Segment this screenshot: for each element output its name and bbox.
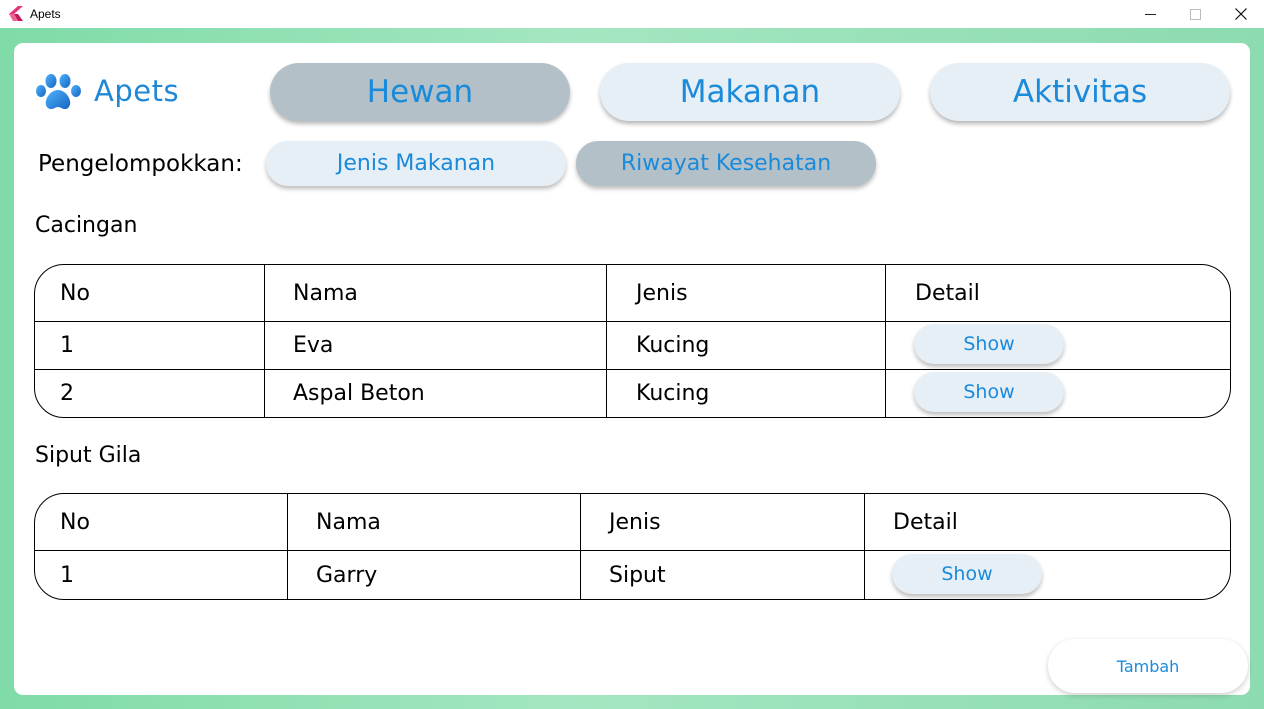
table-row: 1 Garry Siput Show — [35, 551, 1230, 599]
header-nama: Nama — [293, 280, 358, 306]
cell-nama: Aspal Beton — [293, 381, 425, 406]
table-cacingan: No Nama Jenis Detail 1 Eva Kucing Show 2… — [34, 264, 1231, 418]
cell-nama: Eva — [293, 333, 334, 358]
minimize-icon — [1144, 13, 1156, 15]
section-title-siput-gila: Siput Gila — [35, 443, 142, 468]
table-row: 1 Eva Kucing Show — [35, 322, 1230, 369]
close-icon — [1235, 8, 1247, 20]
table-row: 2 Aspal Beton Kucing Show — [35, 370, 1230, 417]
cell-no: 1 — [60, 333, 74, 358]
paw-icon — [36, 74, 81, 110]
nav-tab-makanan[interactable]: Makanan — [600, 63, 900, 121]
column-divider — [264, 265, 265, 417]
nav-tab-hewan[interactable]: Hewan — [270, 63, 570, 121]
close-button[interactable] — [1218, 0, 1264, 28]
column-divider — [885, 265, 886, 417]
app-logo-text: Apets — [94, 74, 180, 108]
cell-nama: Garry — [316, 562, 378, 588]
section-title-cacingan: Cacingan — [35, 213, 138, 238]
table-header: No Nama Jenis Detail — [35, 494, 1230, 550]
header-no: No — [60, 280, 90, 306]
table-siput-gila: No Nama Jenis Detail 1 Garry Siput Show — [34, 493, 1231, 600]
header-jenis: Jenis — [609, 509, 661, 535]
column-divider — [580, 494, 581, 599]
title-bar: Apets — [0, 0, 1264, 28]
header-jenis: Jenis — [636, 280, 688, 306]
grouping-label: Pengelompokkan: — [38, 151, 243, 177]
header-detail: Detail — [893, 509, 958, 535]
group-riwayat-kesehatan-button[interactable]: Riwayat Kesehatan — [576, 141, 876, 186]
show-detail-button[interactable]: Show — [914, 372, 1064, 412]
show-detail-button[interactable]: Show — [914, 324, 1064, 364]
column-divider — [606, 265, 607, 417]
column-divider — [287, 494, 288, 599]
maximize-icon — [1189, 8, 1201, 20]
header-detail: Detail — [915, 280, 980, 306]
cell-jenis: Siput — [609, 562, 666, 588]
table-header: No Nama Jenis Detail — [35, 265, 1230, 321]
show-detail-button[interactable]: Show — [892, 554, 1042, 594]
cell-no: 1 — [60, 562, 74, 588]
header-nama: Nama — [316, 509, 381, 535]
app-icon — [9, 6, 23, 21]
nav-tab-aktivitas[interactable]: Aktivitas — [930, 63, 1230, 121]
minimize-button[interactable] — [1127, 0, 1173, 28]
cell-jenis: Kucing — [636, 333, 710, 358]
cell-no: 2 — [60, 381, 74, 406]
add-button[interactable]: Tambah — [1048, 639, 1248, 693]
cell-jenis: Kucing — [636, 381, 710, 406]
maximize-button[interactable] — [1172, 0, 1218, 28]
column-divider — [864, 494, 865, 599]
window-title: Apets — [30, 7, 61, 21]
group-jenis-makanan-button[interactable]: Jenis Makanan — [266, 141, 566, 186]
header-no: No — [60, 509, 90, 535]
